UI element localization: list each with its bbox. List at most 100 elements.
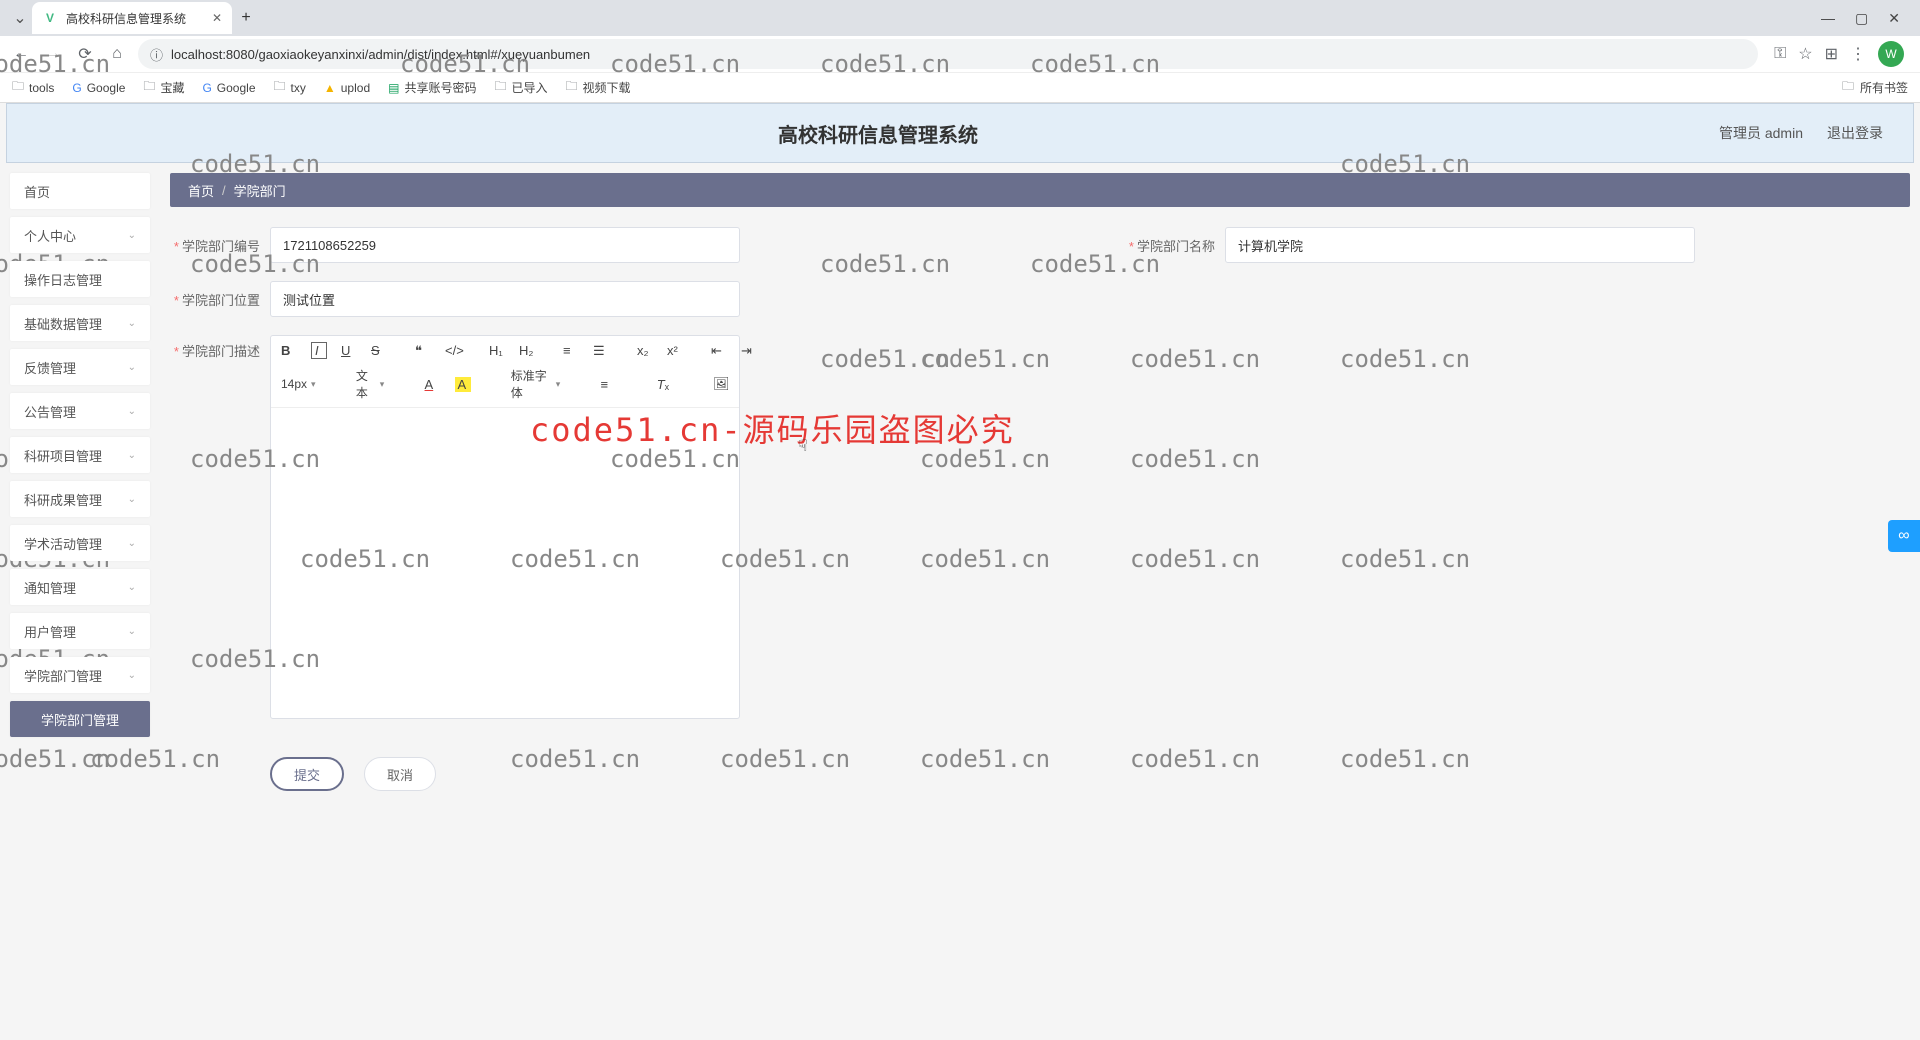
field-dept-name: *学院部门名称 — [1125, 227, 1910, 263]
back-icon[interactable]: ← — [10, 45, 32, 63]
chevron-down-icon: ⌄ — [128, 318, 136, 329]
dept-loc-input[interactable] — [270, 281, 740, 317]
outdent-icon[interactable]: ⇥ — [741, 343, 757, 359]
bookmark-item[interactable]: 🗀宝藏 — [143, 77, 184, 98]
font-family-select[interactable]: 标准字体▾ — [511, 367, 560, 401]
font-color-icon[interactable]: A — [425, 377, 441, 392]
italic-icon[interactable]: I — [311, 342, 327, 359]
clear-format-icon[interactable]: Tₓ — [657, 377, 673, 392]
folder-icon: 🗀 — [494, 77, 506, 98]
ol-icon[interactable]: ≡ — [563, 343, 579, 358]
subscript-icon[interactable]: x₂ — [637, 343, 653, 358]
url-input[interactable]: ⓘ localhost:8080/gaoxiaokeyanxinxi/admin… — [138, 39, 1758, 69]
forward-icon[interactable]: → — [42, 45, 64, 63]
logout-link[interactable]: 退出登录 — [1827, 123, 1883, 143]
favicon-icon: V — [42, 10, 58, 26]
folder-icon: 🗀 — [12, 77, 24, 98]
bookmark-item[interactable]: GGoogle — [72, 81, 125, 95]
close-window-icon[interactable]: ✕ — [1888, 10, 1900, 27]
bookmark-item[interactable]: ▲uplod — [324, 81, 370, 95]
cancel-button[interactable]: 取消 — [364, 757, 436, 791]
new-tab-button[interactable]: + — [232, 9, 260, 27]
editor-content[interactable] — [271, 408, 739, 718]
site-info-icon[interactable]: ⓘ — [150, 45, 163, 64]
sidebar-item-dept[interactable]: 学院部门管理⌄ — [10, 657, 150, 693]
underline-icon[interactable]: U — [341, 343, 357, 358]
tab-title: 高校科研信息管理系统 — [66, 10, 186, 27]
app-body: 首页 个人中心⌄ 操作日志管理 基础数据管理⌄ 反馈管理⌄ 公告管理⌄ 科研项目… — [0, 163, 1920, 821]
superscript-icon[interactable]: x² — [667, 343, 683, 358]
bookmark-item[interactable]: 🗀已导入 — [494, 77, 547, 98]
sidebar-item-feedback[interactable]: 反馈管理⌄ — [10, 349, 150, 385]
bookmark-item[interactable]: GGoogle — [202, 81, 255, 95]
bookmark-item[interactable]: 🗀txy — [274, 77, 306, 98]
quote-icon[interactable]: ❝ — [415, 343, 431, 359]
breadcrumb-separator: / — [222, 183, 226, 198]
sidebar-item-result[interactable]: 科研成果管理⌄ — [10, 481, 150, 517]
field-dept-no: *学院部门编号 — [170, 227, 955, 263]
editor-toolbar: B I U S ❝ </> H₁ H₂ — [271, 336, 739, 408]
chevron-down-icon: ⌄ — [128, 362, 136, 373]
indent-icon[interactable]: ⇤ — [711, 343, 727, 359]
menu-dots-icon[interactable]: ⋮ — [1850, 44, 1866, 64]
bookmark-star-icon[interactable]: ☆ — [1798, 44, 1812, 64]
dept-name-label: *学院部门名称 — [1125, 236, 1225, 255]
h1-icon[interactable]: H₁ — [489, 343, 505, 358]
browser-tab[interactable]: V 高校科研信息管理系统 ✕ — [32, 2, 232, 34]
chevron-down-icon: ⌄ — [128, 582, 136, 593]
app-title: 高校科研信息管理系统 — [37, 119, 1719, 148]
folder-icon: 🗀 — [1842, 77, 1854, 98]
chevron-down-icon: ⌄ — [128, 450, 136, 461]
sidebar-item-project[interactable]: 科研项目管理⌄ — [10, 437, 150, 473]
dept-no-input[interactable] — [270, 227, 740, 263]
sidebar-item-profile[interactable]: 个人中心⌄ — [10, 217, 150, 253]
chevron-down-icon: ⌄ — [128, 494, 136, 505]
chevron-down-icon: ⌄ — [128, 230, 136, 241]
breadcrumb-current: 学院部门 — [234, 181, 286, 200]
sidebar-item-user[interactable]: 用户管理⌄ — [10, 613, 150, 649]
tab-close-icon[interactable]: ✕ — [212, 11, 222, 25]
bookmark-item[interactable]: 🗀视频下载 — [566, 77, 631, 98]
chevron-down-icon: ⌄ — [128, 538, 136, 549]
submit-button[interactable]: 提交 — [270, 757, 344, 791]
bold-icon[interactable]: B — [281, 343, 297, 358]
address-bar: ← → ⟳ ⌂ ⓘ localhost:8080/gaoxiaokeyanxin… — [0, 36, 1920, 72]
tab-list-dropdown[interactable]: ⌄ — [8, 8, 32, 28]
align-icon[interactable]: ≡ — [601, 377, 617, 392]
sidebar-item-notice[interactable]: 公告管理⌄ — [10, 393, 150, 429]
chevron-down-icon: ⌄ — [128, 670, 136, 681]
bookmark-item[interactable]: 🗀tools — [12, 77, 54, 98]
breadcrumb-home[interactable]: 首页 — [188, 181, 214, 200]
dept-name-input[interactable] — [1225, 227, 1695, 263]
strike-icon[interactable]: S — [371, 343, 387, 358]
google-icon: G — [202, 81, 211, 95]
minimize-icon[interactable]: — — [1821, 10, 1835, 27]
profile-avatar[interactable]: W — [1878, 41, 1904, 67]
text-format-select[interactable]: 文本▾ — [356, 367, 384, 401]
bookmark-item[interactable]: ▤共享账号密码 — [388, 79, 476, 96]
font-size-select[interactable]: 14px▾ — [281, 377, 316, 391]
code-icon[interactable]: </> — [445, 343, 461, 358]
all-bookmarks[interactable]: 🗀所有书签 — [1842, 77, 1908, 98]
app-header: 高校科研信息管理系统 管理员 admin 退出登录 — [6, 103, 1914, 163]
bg-color-icon[interactable]: A — [455, 377, 471, 392]
sidebar-item-academic[interactable]: 学术活动管理⌄ — [10, 525, 150, 561]
sidebar-item-basedata[interactable]: 基础数据管理⌄ — [10, 305, 150, 341]
sidebar-subitem-dept-mgmt[interactable]: 学院部门管理 — [10, 701, 150, 737]
chevron-down-icon: ⌄ — [128, 406, 136, 417]
sidebar-item-notify[interactable]: 通知管理⌄ — [10, 569, 150, 605]
dept-no-label: *学院部门编号 — [170, 236, 270, 255]
image-icon[interactable]: 🖼 — [713, 376, 729, 392]
extensions-icon[interactable]: ⊞ — [1825, 44, 1838, 64]
ul-icon[interactable]: ☰ — [593, 343, 609, 359]
sidebar-item-home[interactable]: 首页 — [10, 173, 150, 209]
key-icon[interactable]: ⚿ — [1774, 45, 1786, 63]
maximize-icon[interactable]: ▢ — [1855, 10, 1868, 27]
reload-icon[interactable]: ⟳ — [74, 44, 96, 64]
sidebar-item-oplog[interactable]: 操作日志管理 — [10, 261, 150, 297]
window-controls: — ▢ ✕ — [1821, 10, 1912, 27]
dept-loc-label: *学院部门位置 — [170, 290, 270, 309]
home-icon[interactable]: ⌂ — [106, 45, 128, 63]
h2-icon[interactable]: H₂ — [519, 343, 535, 358]
float-share-button[interactable]: ∞ — [1888, 520, 1920, 552]
